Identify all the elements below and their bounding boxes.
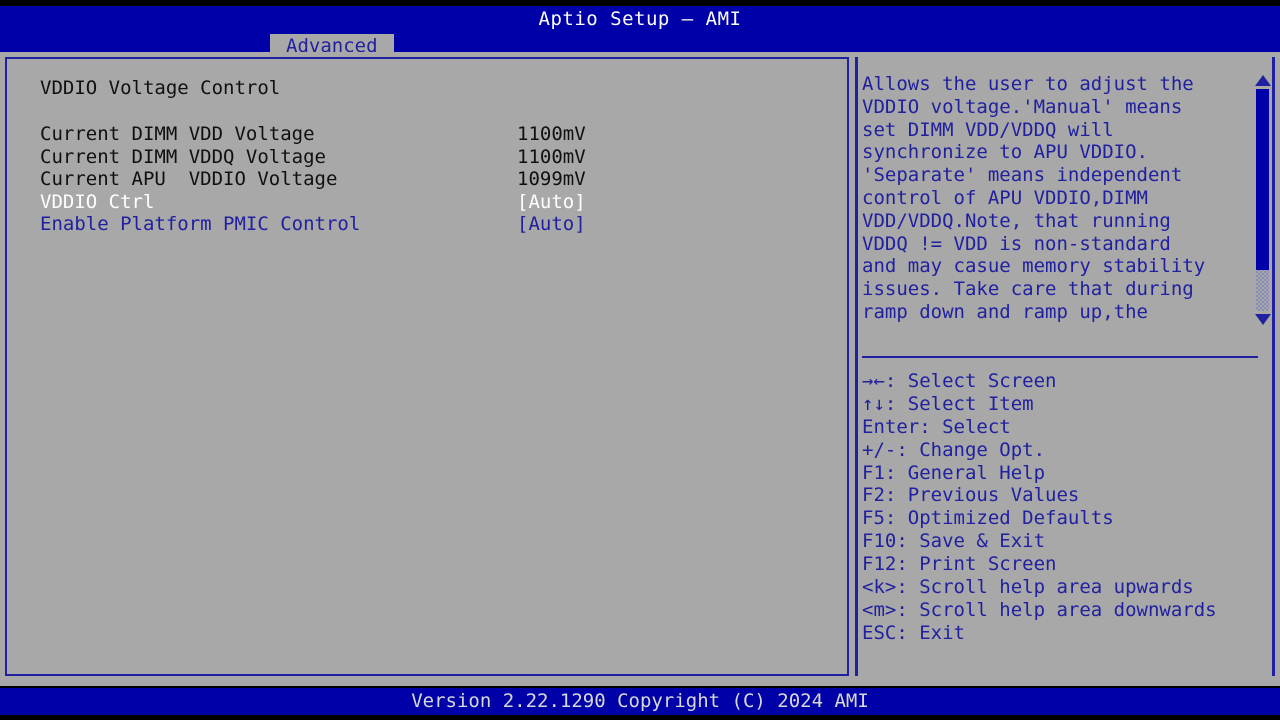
legend-item-scroll-up: <k>: Scroll help area upwards bbox=[862, 576, 1262, 599]
help-line: ramp down and ramp up,the bbox=[862, 301, 1254, 324]
legend-item-save-exit: F10: Save & Exit bbox=[862, 530, 1262, 553]
row-label: Current APU VDDIO Voltage bbox=[40, 168, 337, 191]
help-line: VDDIO voltage.'Manual' means bbox=[862, 96, 1254, 119]
row-value-dropdown[interactable]: [Auto] bbox=[517, 191, 586, 214]
row-value: 1100mV bbox=[517, 146, 586, 169]
divider bbox=[862, 356, 1258, 358]
help-line: 'Separate' means independent bbox=[862, 164, 1254, 187]
row-label: Enable Platform PMIC Control bbox=[40, 213, 360, 236]
row-label: Current DIMM VDD Voltage bbox=[40, 123, 315, 146]
legend-item-select-screen: →←: Select Screen bbox=[862, 370, 1262, 393]
scroll-up-arrow-icon[interactable] bbox=[1255, 75, 1271, 86]
settings-list: VDDIO Voltage Control Current DIMM VDD V… bbox=[40, 77, 830, 236]
legend-item-general-help: F1: General Help bbox=[862, 462, 1262, 485]
row-value-dropdown[interactable]: [Auto] bbox=[517, 213, 586, 236]
row-value: 1100mV bbox=[517, 123, 586, 146]
bios-setup-screen: Aptio Setup – AMI Advanced VDDIO Voltage… bbox=[0, 0, 1280, 720]
table-row: Current APU VDDIO Voltage 1099mV bbox=[40, 168, 830, 191]
legend-item-change-opt: +/-: Change Opt. bbox=[862, 439, 1262, 462]
scrollbar-thumb[interactable] bbox=[1256, 89, 1269, 270]
legend-item-esc-exit: ESC: Exit bbox=[862, 622, 1262, 645]
scroll-down-arrow-icon[interactable] bbox=[1255, 314, 1271, 325]
settings-panel: VDDIO Voltage Control Current DIMM VDD V… bbox=[5, 57, 849, 676]
legend-item-scroll-down: <m>: Scroll help area downwards bbox=[862, 599, 1262, 622]
help-line: synchronize to APU VDDIO. bbox=[862, 141, 1254, 164]
help-line: VDDQ != VDD is non-standard bbox=[862, 233, 1254, 256]
help-text: Allows the user to adjust the VDDIO volt… bbox=[862, 73, 1254, 324]
legend-item-previous-values: F2: Previous Values bbox=[862, 484, 1262, 507]
row-value: 1099mV bbox=[517, 168, 586, 191]
legend-item-optimized-defaults: F5: Optimized Defaults bbox=[862, 507, 1262, 530]
row-label: VDDIO Ctrl bbox=[40, 191, 154, 214]
legend-item-enter-select: Enter: Select bbox=[862, 416, 1262, 439]
table-row: Current DIMM VDDQ Voltage 1100mV bbox=[40, 146, 830, 169]
legend-item-select-item: ↑↓: Select Item bbox=[862, 393, 1262, 416]
help-line: VDD/VDDQ.Note, that running bbox=[862, 210, 1254, 233]
help-line: issues. Take care that during bbox=[862, 278, 1254, 301]
legend-item-print-screen: F12: Print Screen bbox=[862, 553, 1262, 576]
help-panel: Allows the user to adjust the VDDIO volt… bbox=[855, 57, 1275, 676]
setting-row-platform-pmic-control[interactable]: Enable Platform PMIC Control [Auto] bbox=[40, 213, 830, 236]
settings-rows: Current DIMM VDD Voltage 1100mV Current … bbox=[40, 123, 830, 236]
help-line: and may casue memory stability bbox=[862, 255, 1254, 278]
page-title: Aptio Setup – AMI bbox=[0, 6, 1280, 32]
title-bar: Aptio Setup – AMI Advanced bbox=[0, 6, 1280, 52]
footer-bar: Version 2.22.1290 Copyright (C) 2024 AMI bbox=[0, 688, 1280, 715]
key-legend: →←: Select Screen ↑↓: Select Item Enter:… bbox=[862, 370, 1262, 645]
setting-row-vddio-ctrl[interactable]: VDDIO Ctrl [Auto] bbox=[40, 191, 830, 214]
help-scrollbar[interactable] bbox=[1253, 75, 1273, 325]
help-line: control of APU VDDIO,DIMM bbox=[862, 187, 1254, 210]
help-line: Allows the user to adjust the bbox=[862, 73, 1254, 96]
row-label: Current DIMM VDDQ Voltage bbox=[40, 146, 326, 169]
section-header: VDDIO Voltage Control bbox=[40, 77, 830, 100]
version-text: Version 2.22.1290 Copyright (C) 2024 AMI bbox=[0, 688, 1280, 715]
help-line: set DIMM VDD/VDDQ will bbox=[862, 119, 1254, 142]
table-row: Current DIMM VDD Voltage 1100mV bbox=[40, 123, 830, 146]
